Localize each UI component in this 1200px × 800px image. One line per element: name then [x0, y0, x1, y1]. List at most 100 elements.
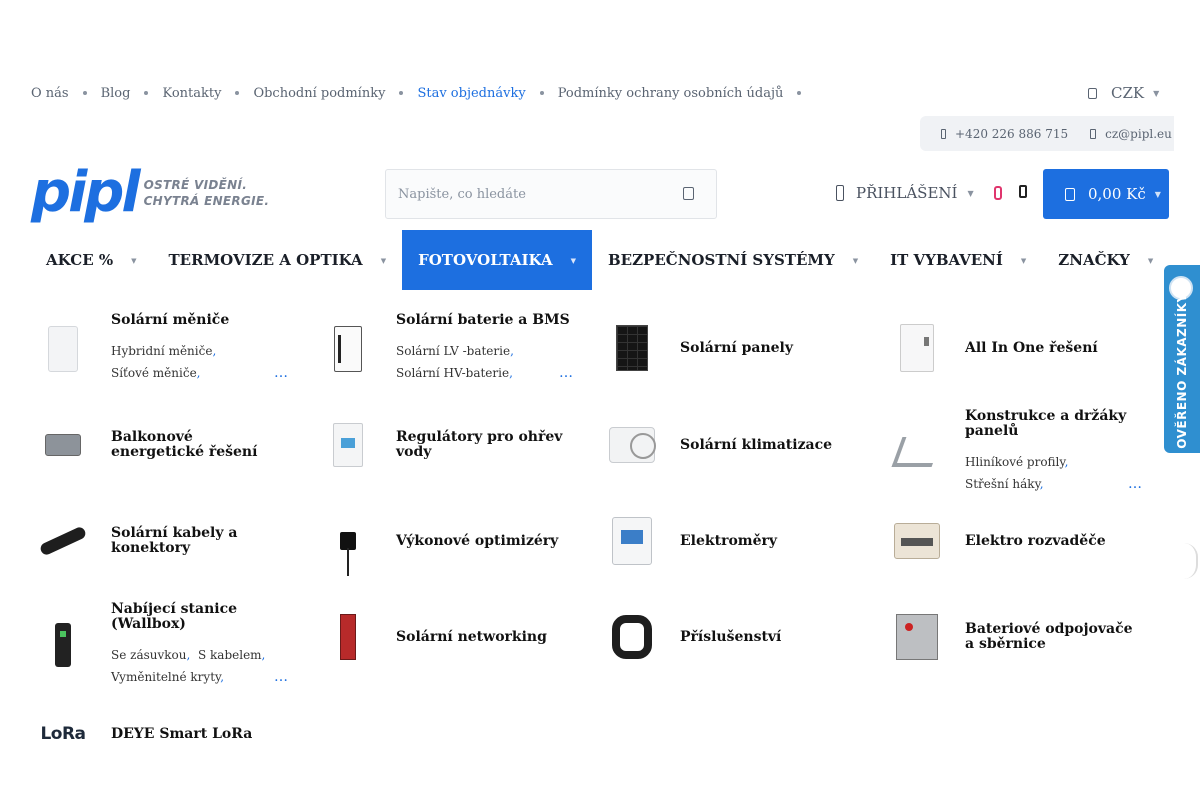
balcony-kit-image — [31, 413, 95, 477]
subcategory-link[interactable]: S kabelem — [198, 648, 262, 662]
nav-item-brands[interactable]: ZNAČKY ▼ — [1042, 230, 1169, 290]
more-link[interactable]: … — [1128, 473, 1143, 495]
top-link-contacts[interactable]: Kontakty — [162, 86, 221, 101]
category-all-in-one[interactable]: All In One řešení — [885, 316, 1143, 380]
nav-label: AKCE % — [46, 251, 114, 269]
category-networking[interactable]: Solární networking — [316, 605, 574, 669]
cart-button[interactable]: 0,00 Kč ▼ — [1043, 169, 1169, 219]
category-meters[interactable]: Elektroměry — [600, 509, 858, 573]
subcategory-link[interactable]: Solární LV -baterie — [396, 344, 510, 358]
category-title: Elektro rozvaděče — [965, 532, 1106, 549]
chevron-down-icon: ▼ — [380, 255, 387, 265]
chevron-down-icon: ▼ — [852, 255, 859, 265]
top-links: O nás Blog Kontakty Obchodní podmínky St… — [31, 84, 815, 102]
currency-label: CZK — [1111, 84, 1145, 102]
subcategory-link[interactable]: Se zásuvkou — [111, 648, 187, 662]
verified-reviews-badge[interactable]: OVĚŘENO ZÁKAZNÍKY — [1164, 265, 1200, 453]
nav-label: TERMOVIZE A OPTIKA — [168, 251, 363, 269]
nav-item-security[interactable]: BEZPEČNOSTNÍ SYSTÉMY ▼ — [592, 230, 874, 290]
separator-dot — [539, 91, 544, 95]
badge-text: OVĚŘENO ZÁKAZNÍKY — [1175, 293, 1189, 449]
category-title: All In One řešení — [965, 339, 1098, 356]
more-link[interactable]: … — [559, 362, 574, 384]
search-placeholder: Napište, co hledáte — [398, 186, 526, 202]
chevron-down-icon: ▼ — [1020, 255, 1027, 265]
category-title: Bateriové odpojovače a sběrnice — [965, 621, 1133, 652]
logo-mark: pipl — [31, 160, 141, 225]
separator-dot — [144, 91, 149, 95]
subcategory-link[interactable]: Síťové měniče — [111, 366, 197, 380]
category-inverters[interactable]: Solární měniče Hybridní měniče, Síťové m… — [31, 313, 289, 384]
nav-item-thermal[interactable]: TERMOVIZE A OPTIKA ▼ — [153, 230, 403, 290]
category-title: Regulátory pro ohřev vody — [396, 429, 563, 460]
nav-label: FOTOVOLTAIKA — [418, 251, 553, 269]
currency-selector[interactable]: CZK ▼ — [1088, 84, 1159, 102]
subcategory-list: Se zásuvkou, S kabelem, Vyměnitelné kryt… — [111, 644, 289, 688]
nav-item-it[interactable]: IT VYBAVENÍ ▼ — [874, 230, 1042, 290]
category-title: Elektroměry — [680, 532, 778, 549]
category-distribution-boxes[interactable]: Elektro rozvaděče — [885, 509, 1143, 573]
nav-item-sale[interactable]: AKCE % ▼ — [30, 230, 153, 290]
more-link[interactable]: … — [274, 362, 289, 384]
nav-label: BEZPEČNOSTNÍ SYSTÉMY — [608, 251, 835, 269]
category-title: Solární měniče — [111, 312, 230, 328]
contact-bar: +420 226 886 715 cz@pipl.eu — [920, 116, 1174, 151]
network-switch-image — [316, 605, 380, 669]
search-icon[interactable] — [683, 187, 694, 200]
category-battery-disconnects[interactable]: Bateriové odpojovače a sběrnice — [885, 605, 1143, 669]
subcategory-link[interactable]: Hybridní měniče — [111, 344, 212, 358]
chevron-down-icon: ▼ — [1147, 255, 1154, 265]
top-link-blog[interactable]: Blog — [101, 86, 131, 101]
category-cables[interactable]: Solární kabely a konektory — [31, 509, 289, 573]
category-title: Nabíjecí stanice (Wallbox) — [111, 601, 238, 632]
subcategory-link[interactable]: Střešní háky — [965, 477, 1040, 491]
phone-link[interactable]: +420 226 886 715 — [955, 127, 1068, 141]
category-air-conditioning[interactable]: Solární klimatizace — [600, 413, 858, 477]
subcategory-link[interactable]: Hliníkové profily — [965, 455, 1065, 469]
compare-icon[interactable] — [1019, 185, 1027, 198]
inverter-image — [31, 317, 95, 381]
category-deye-lora[interactable]: LoRa DEYE Smart LoRa — [31, 702, 289, 766]
top-link-terms[interactable]: Obchodní podmínky — [253, 86, 385, 101]
separator-dot — [235, 91, 240, 95]
subcategory-link[interactable]: Solární HV-baterie — [396, 366, 509, 380]
search-input[interactable]: Napište, co hledáte — [385, 169, 717, 219]
category-mounting[interactable]: Konstrukce a držáky panelů Hliníkové pro… — [885, 409, 1143, 495]
top-link-order-status[interactable]: Stav objednávky — [417, 86, 525, 101]
nav-item-photovoltaics[interactable]: FOTOVOLTAIKA ▼ — [402, 230, 592, 290]
category-wallbox[interactable]: Nabíjecí stanice (Wallbox) Se zásuvkou, … — [31, 602, 289, 688]
category-batteries[interactable]: Solární baterie a BMS Solární LV -bateri… — [316, 313, 574, 384]
cart-icon — [1065, 187, 1075, 201]
category-title: Solární baterie a BMS — [396, 312, 570, 328]
separator-dot — [797, 91, 802, 95]
solar-panel-image — [600, 316, 664, 380]
category-title: Příslušenství — [680, 628, 782, 645]
battery-image — [316, 317, 380, 381]
subcategory-link[interactable]: Vyměnitelné kryty — [111, 670, 220, 684]
more-link[interactable]: … — [274, 666, 289, 688]
globe-icon — [1088, 87, 1097, 99]
cart-total: 0,00 Kč — [1088, 185, 1146, 203]
logo-slogan: OSTRÉ VIDĚNÍ. CHYTRÁ ENERGIE. — [144, 177, 270, 209]
separator-dot — [399, 91, 404, 95]
top-link-about[interactable]: O nás — [31, 86, 69, 101]
top-link-privacy[interactable]: Podmínky ochrany osobních údajů — [558, 86, 784, 101]
subcategory-list: Solární LV -baterie, Solární HV-baterie,… — [396, 340, 574, 384]
email-link[interactable]: cz@pipl.eu — [1105, 127, 1172, 141]
category-accessories[interactable]: Příslušenství — [600, 605, 858, 669]
category-balcony[interactable]: Balkonové energetické řešení — [31, 413, 289, 477]
category-optimizers[interactable]: Výkonové optimizéry — [316, 509, 574, 576]
category-title: Solární panely — [680, 339, 793, 356]
mail-icon — [1090, 128, 1097, 139]
category-solar-panels[interactable]: Solární panely — [600, 316, 858, 380]
category-water-regulators[interactable]: Regulátory pro ohřev vody — [316, 413, 574, 477]
distribution-box-image — [885, 509, 949, 573]
login-button[interactable]: PŘIHLÁŠENÍ ▼ — [836, 184, 974, 202]
subcategory-list: Hliníkové profily, Střešní háky, … — [965, 451, 1143, 495]
accessory-image — [600, 605, 664, 669]
login-label: PŘIHLÁŠENÍ — [856, 184, 958, 202]
category-title: Výkonové optimizéry — [396, 532, 559, 549]
cable-connector-image — [31, 509, 95, 573]
wishlist-icon[interactable] — [994, 186, 1002, 200]
site-logo[interactable]: pipl OSTRÉ VIDĚNÍ. CHYTRÁ ENERGIE. — [31, 163, 269, 223]
